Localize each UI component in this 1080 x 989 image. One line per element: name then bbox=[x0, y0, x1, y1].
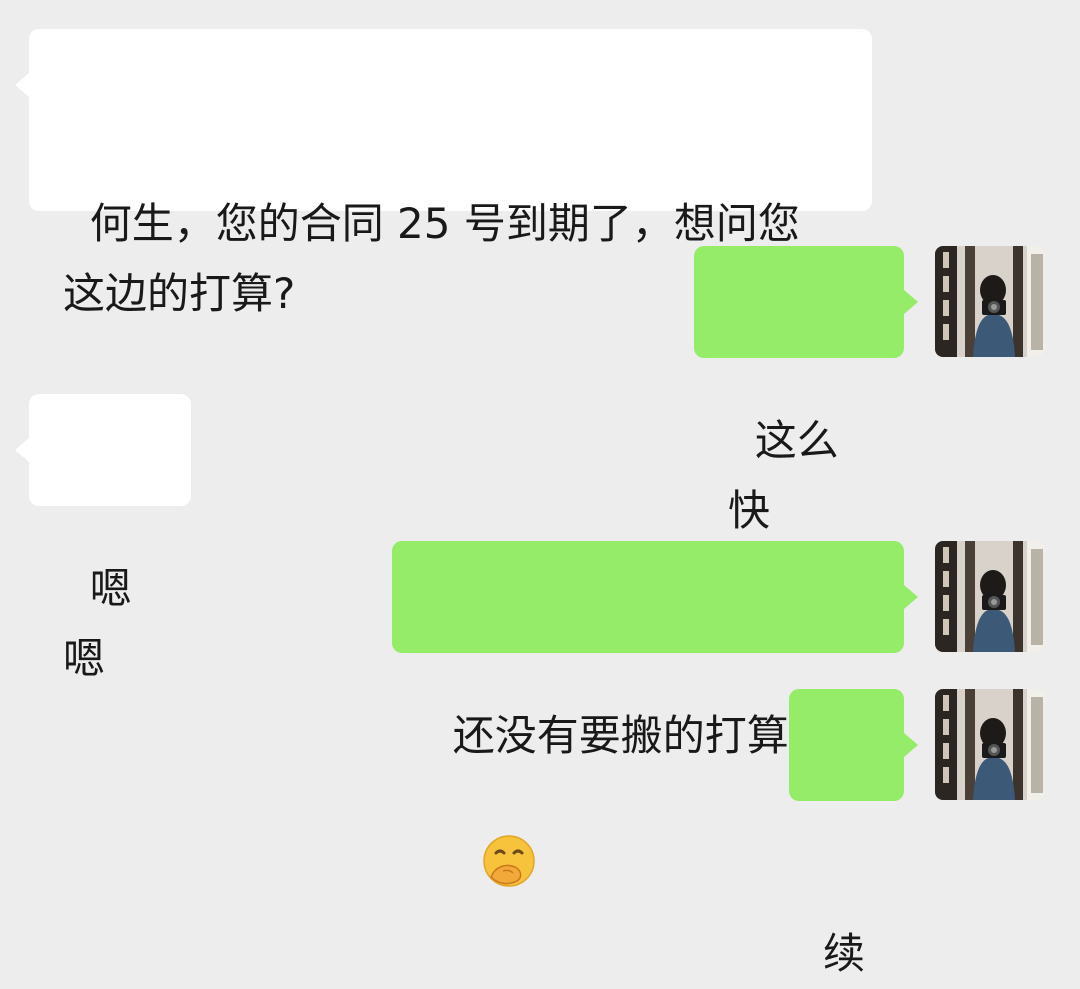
message-bubble-outgoing-no-plan-to-move[interactable]: 还没有要搬的打算 bbox=[392, 541, 918, 887]
bubble-tail bbox=[904, 585, 918, 609]
message-text: 何生，您的合同 25 号到期了，想问您 这边的打算? bbox=[63, 199, 800, 318]
bubble-tail bbox=[15, 73, 29, 97]
message-bubble-outgoing-renew[interactable]: 续 bbox=[789, 689, 918, 978]
avatar[interactable] bbox=[935, 246, 1046, 357]
bubble-tail bbox=[904, 733, 918, 757]
thinking-hand-over-mouth-emoji bbox=[428, 763, 537, 980]
message-bubble-incoming-mm[interactable]: 嗯嗯 bbox=[15, 394, 191, 683]
message-text: 还没有要搬的打算 bbox=[452, 711, 789, 760]
self-portrait-photo-avatar bbox=[935, 541, 1046, 652]
self-portrait-photo-avatar bbox=[935, 246, 1046, 357]
message-text: 嗯嗯 bbox=[63, 564, 132, 683]
bubble-tail bbox=[15, 438, 29, 462]
self-portrait-photo-avatar bbox=[935, 689, 1046, 800]
bubble-tail bbox=[904, 290, 918, 314]
message-bubble-outgoing-so-fast[interactable]: 这么快 bbox=[694, 246, 918, 535]
avatar[interactable] bbox=[935, 689, 1046, 800]
avatar[interactable] bbox=[935, 541, 1046, 652]
message-text: 续 bbox=[823, 929, 866, 978]
message-bubble-incoming-contract-question[interactable]: 何生，您的合同 25 号到期了，想问您 这边的打算? bbox=[15, 29, 872, 318]
message-text: 这么快 bbox=[728, 416, 839, 535]
